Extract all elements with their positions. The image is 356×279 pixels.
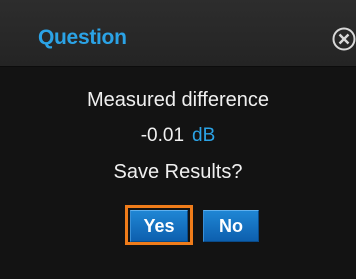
question-dialog: Question Measured difference -0.01 dB Sav… <box>0 0 356 279</box>
dialog-title-bar: Question <box>0 0 356 67</box>
message-measured-difference: Measured difference <box>87 89 269 111</box>
message-save-results: Save Results? <box>113 161 243 183</box>
measured-value: -0.01 <box>140 125 185 146</box>
measured-unit: dB <box>192 125 216 146</box>
close-icon <box>332 27 356 51</box>
yes-button[interactable]: Yes <box>130 210 188 242</box>
measured-value-row: -0.01 dB <box>0 125 356 147</box>
dialog-title: Question <box>38 26 127 49</box>
no-button[interactable]: No <box>203 210 259 242</box>
close-button[interactable] <box>331 26 356 52</box>
